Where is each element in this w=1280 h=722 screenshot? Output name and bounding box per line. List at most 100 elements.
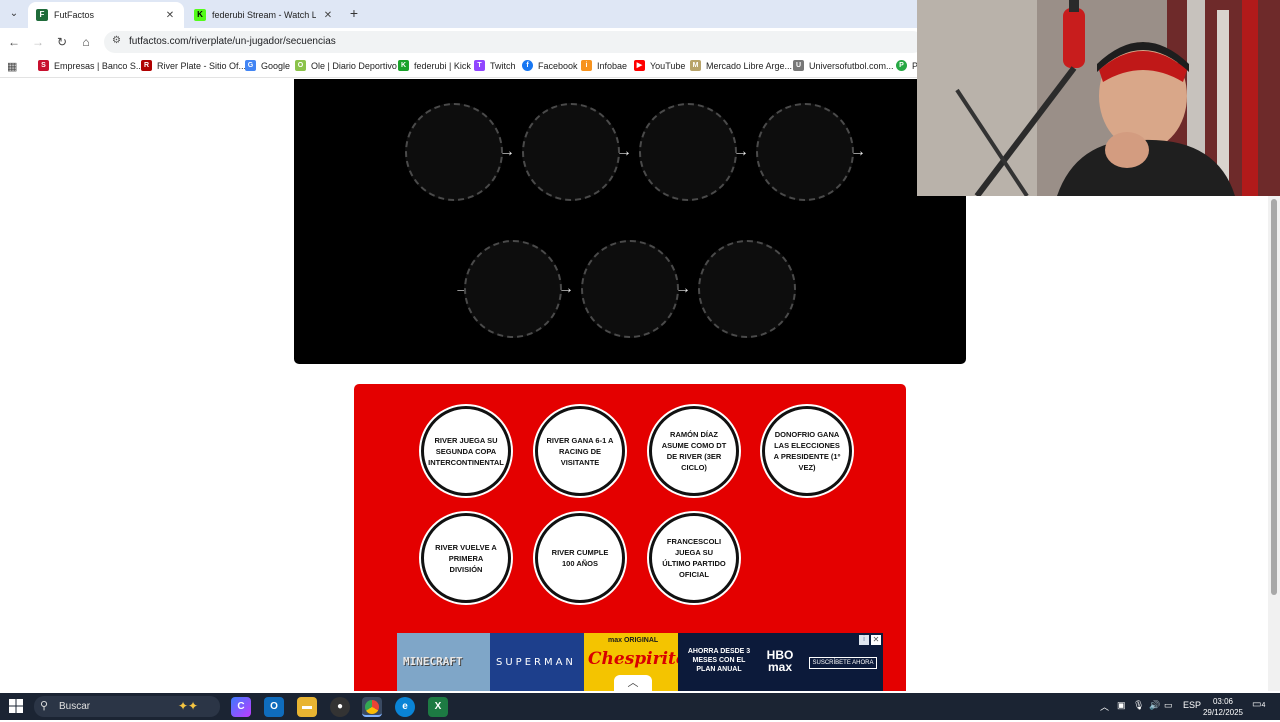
ad-text: SUPERMAN bbox=[496, 657, 576, 668]
youtube-icon: ▶ bbox=[634, 60, 645, 71]
tab-title: federubi Stream - Watch Live o bbox=[212, 10, 316, 20]
ad-text: Chespirito bbox=[588, 649, 678, 669]
bookmark-mercado-libre[interactable]: M Mercado Libre Arge... bbox=[690, 60, 792, 71]
bookmark-label: Twitch bbox=[490, 60, 516, 71]
network-icon[interactable]: ▭ bbox=[1164, 700, 1173, 711]
reload-icon[interactable]: ↻ bbox=[54, 34, 70, 50]
bank-icon: S bbox=[38, 60, 49, 71]
ad-text: MINECRAFT bbox=[403, 655, 463, 668]
apps-grid-icon[interactable]: ▦ bbox=[7, 60, 17, 73]
chrome-icon[interactable] bbox=[362, 697, 382, 717]
bookmark-youtube[interactable]: ▶ YouTube bbox=[634, 60, 685, 71]
taskbar-clock[interactable]: 03:06 29/12/2025 bbox=[1197, 696, 1249, 718]
bookmark-empresas[interactable]: S Empresas | Banco S... bbox=[38, 60, 143, 71]
arrow-right-icon: → bbox=[675, 280, 691, 297]
url-text: futfactos.com/riverplate/un-jugador/secu… bbox=[129, 36, 336, 47]
event-label: FRANCESCOLI JUEGA SU ÚLTIMO PARTIDO OFIC… bbox=[662, 537, 726, 579]
edge-icon[interactable]: e bbox=[395, 697, 415, 717]
bookmark-label: federubi | Kick bbox=[414, 60, 471, 71]
address-bar[interactable]: ⚙ futfactos.com/riverplate/un-jugador/se… bbox=[104, 31, 924, 53]
close-tab-icon[interactable]: ✕ bbox=[164, 10, 176, 21]
ad-tile-minecraft[interactable]: MINECRAFT bbox=[397, 633, 490, 691]
tab-federubi-stream[interactable]: K federubi Stream - Watch Live o ✕ bbox=[186, 2, 342, 28]
ad-tile-offer[interactable]: AHORRA DESDE 3 MESES CON EL PLAN ANUAL bbox=[678, 633, 758, 691]
microphone-icon[interactable]: 🎙 bbox=[1133, 700, 1144, 711]
file-explorer-icon[interactable]: ▬ bbox=[297, 697, 317, 717]
bookmark-label: Ole | Diario Deportivo bbox=[311, 60, 397, 71]
event-card[interactable]: RIVER CUMPLE 100 AÑOS bbox=[535, 513, 625, 603]
event-card[interactable]: DONOFRIO GANA LAS ELECCIONES A PRESIDENT… bbox=[762, 406, 852, 496]
webcam-overlay bbox=[917, 0, 1280, 196]
facebook-icon: f bbox=[522, 60, 533, 71]
futfactos-favicon-icon: F bbox=[36, 9, 48, 21]
site-info-icon[interactable]: ⚙ bbox=[112, 35, 121, 46]
ad-text: AHORRA DESDE 3 MESES CON EL PLAN ANUAL bbox=[687, 648, 751, 673]
bookmark-infobae[interactable]: i Infobae bbox=[581, 60, 627, 71]
tray-chevron-up-icon[interactable]: ︿ bbox=[1100, 700, 1109, 713]
bookmark-label: Universofutbol.com... bbox=[809, 60, 894, 71]
sequence-slot-5[interactable] bbox=[464, 240, 562, 338]
universofutbol-icon: U bbox=[793, 60, 804, 71]
arrow-right-icon: → bbox=[616, 143, 632, 160]
event-card[interactable]: RIVER VUELVE A PRIMERA DIVISIÓN bbox=[421, 513, 511, 603]
bookmark-label: River Plate - Sitio Of... bbox=[157, 60, 247, 71]
event-card[interactable]: RIVER GANA 6-1 A RACING DE VISITANTE bbox=[535, 406, 625, 496]
bookmark-kick[interactable]: K federubi | Kick bbox=[398, 60, 471, 71]
google-icon: G bbox=[245, 60, 256, 71]
ad-tile-hbomax[interactable]: HBO max bbox=[758, 633, 803, 691]
new-tab-plus-icon[interactable]: + bbox=[346, 5, 362, 21]
back-arrow-icon[interactable]: ← bbox=[6, 34, 22, 50]
event-card[interactable]: RAMÓN DÍAZ ASUME COMO DT DE RIVER (3ER C… bbox=[649, 406, 739, 496]
clock-date: 29/12/2025 bbox=[1202, 708, 1244, 717]
event-label: RIVER JUEGA SU SEGUNDA COPA INTERCONTINE… bbox=[428, 435, 504, 467]
copilot-icon[interactable]: C bbox=[231, 697, 251, 717]
sequence-slot-4[interactable] bbox=[756, 103, 854, 201]
sequence-slot-1[interactable] bbox=[405, 103, 503, 201]
bookmark-river-plate[interactable]: R River Plate - Sitio Of... bbox=[141, 60, 246, 71]
event-card[interactable]: RIVER JUEGA SU SEGUNDA COPA INTERCONTINE… bbox=[421, 406, 511, 496]
bookmark-facebook[interactable]: f Facebook bbox=[522, 60, 578, 71]
notification-count: 4 bbox=[1261, 702, 1266, 709]
tray-app-icon[interactable]: ▣ bbox=[1117, 700, 1126, 711]
arrow-right-icon: → bbox=[850, 143, 866, 160]
sequence-slot-3[interactable] bbox=[639, 103, 737, 201]
arrow-right-icon: → bbox=[558, 280, 574, 297]
sequence-slot-7[interactable] bbox=[698, 240, 796, 338]
bookmark-google[interactable]: G Google bbox=[245, 60, 290, 71]
mercadolibre-icon: M bbox=[690, 60, 701, 71]
close-tab-icon[interactable]: ✕ bbox=[322, 10, 334, 21]
forward-arrow-icon[interactable]: → bbox=[30, 34, 46, 50]
windows-start-icon[interactable] bbox=[9, 699, 23, 713]
subscribe-button[interactable]: SUSCRÍBETE AHORA bbox=[809, 657, 877, 669]
sequence-slot-2[interactable] bbox=[522, 103, 620, 201]
obs-icon[interactable]: ● bbox=[330, 697, 350, 717]
sequence-slot-6[interactable] bbox=[581, 240, 679, 338]
chevron-up-icon[interactable]: ︿ bbox=[614, 675, 652, 691]
event-label: DONOFRIO GANA LAS ELECCIONES A PRESIDENT… bbox=[773, 430, 841, 472]
event-card[interactable]: FRANCESCOLI JUEGA SU ÚLTIMO PARTIDO OFIC… bbox=[649, 513, 739, 603]
bookmark-twitch[interactable]: T Twitch bbox=[474, 60, 516, 71]
event-label: RIVER CUMPLE 100 AÑOS bbox=[551, 548, 609, 568]
infobae-icon: i bbox=[581, 60, 592, 71]
tab-futfactos[interactable]: F FutFactos ✕ bbox=[28, 2, 184, 28]
ad-info-icon[interactable]: i bbox=[859, 635, 869, 645]
scrollbar-thumb[interactable] bbox=[1271, 199, 1277, 595]
bookmark-label: Mercado Libre Arge... bbox=[706, 60, 793, 71]
bookmark-label: YouTube bbox=[650, 60, 686, 71]
home-icon[interactable]: ⌂ bbox=[78, 34, 94, 50]
ad-tile-superman[interactable]: SUPERMAN bbox=[490, 633, 584, 691]
tab-search-button[interactable]: ⌄ bbox=[4, 4, 24, 24]
taskbar-search-box[interactable]: ⚲ Buscar ✦✦ bbox=[34, 696, 220, 717]
excel-icon[interactable]: X bbox=[428, 697, 448, 717]
twitch-icon: T bbox=[474, 60, 485, 71]
river-crest-icon: R bbox=[141, 60, 152, 71]
event-label: RAMÓN DÍAZ ASUME COMO DT DE RIVER (3ER C… bbox=[661, 430, 727, 472]
outlook-icon[interactable]: O bbox=[264, 697, 284, 717]
speaker-icon[interactable]: 🔊 bbox=[1149, 700, 1160, 711]
arrow-right-icon: → bbox=[499, 143, 515, 160]
bookmark-universofutbol[interactable]: U Universofutbol.com... bbox=[793, 60, 894, 71]
ole-icon: O bbox=[295, 60, 306, 71]
ad-close-icon[interactable]: ✕ bbox=[871, 635, 881, 645]
notification-icon[interactable]: ▭4 bbox=[1252, 699, 1265, 710]
bookmark-ole[interactable]: O Ole | Diario Deportivo bbox=[295, 60, 397, 71]
